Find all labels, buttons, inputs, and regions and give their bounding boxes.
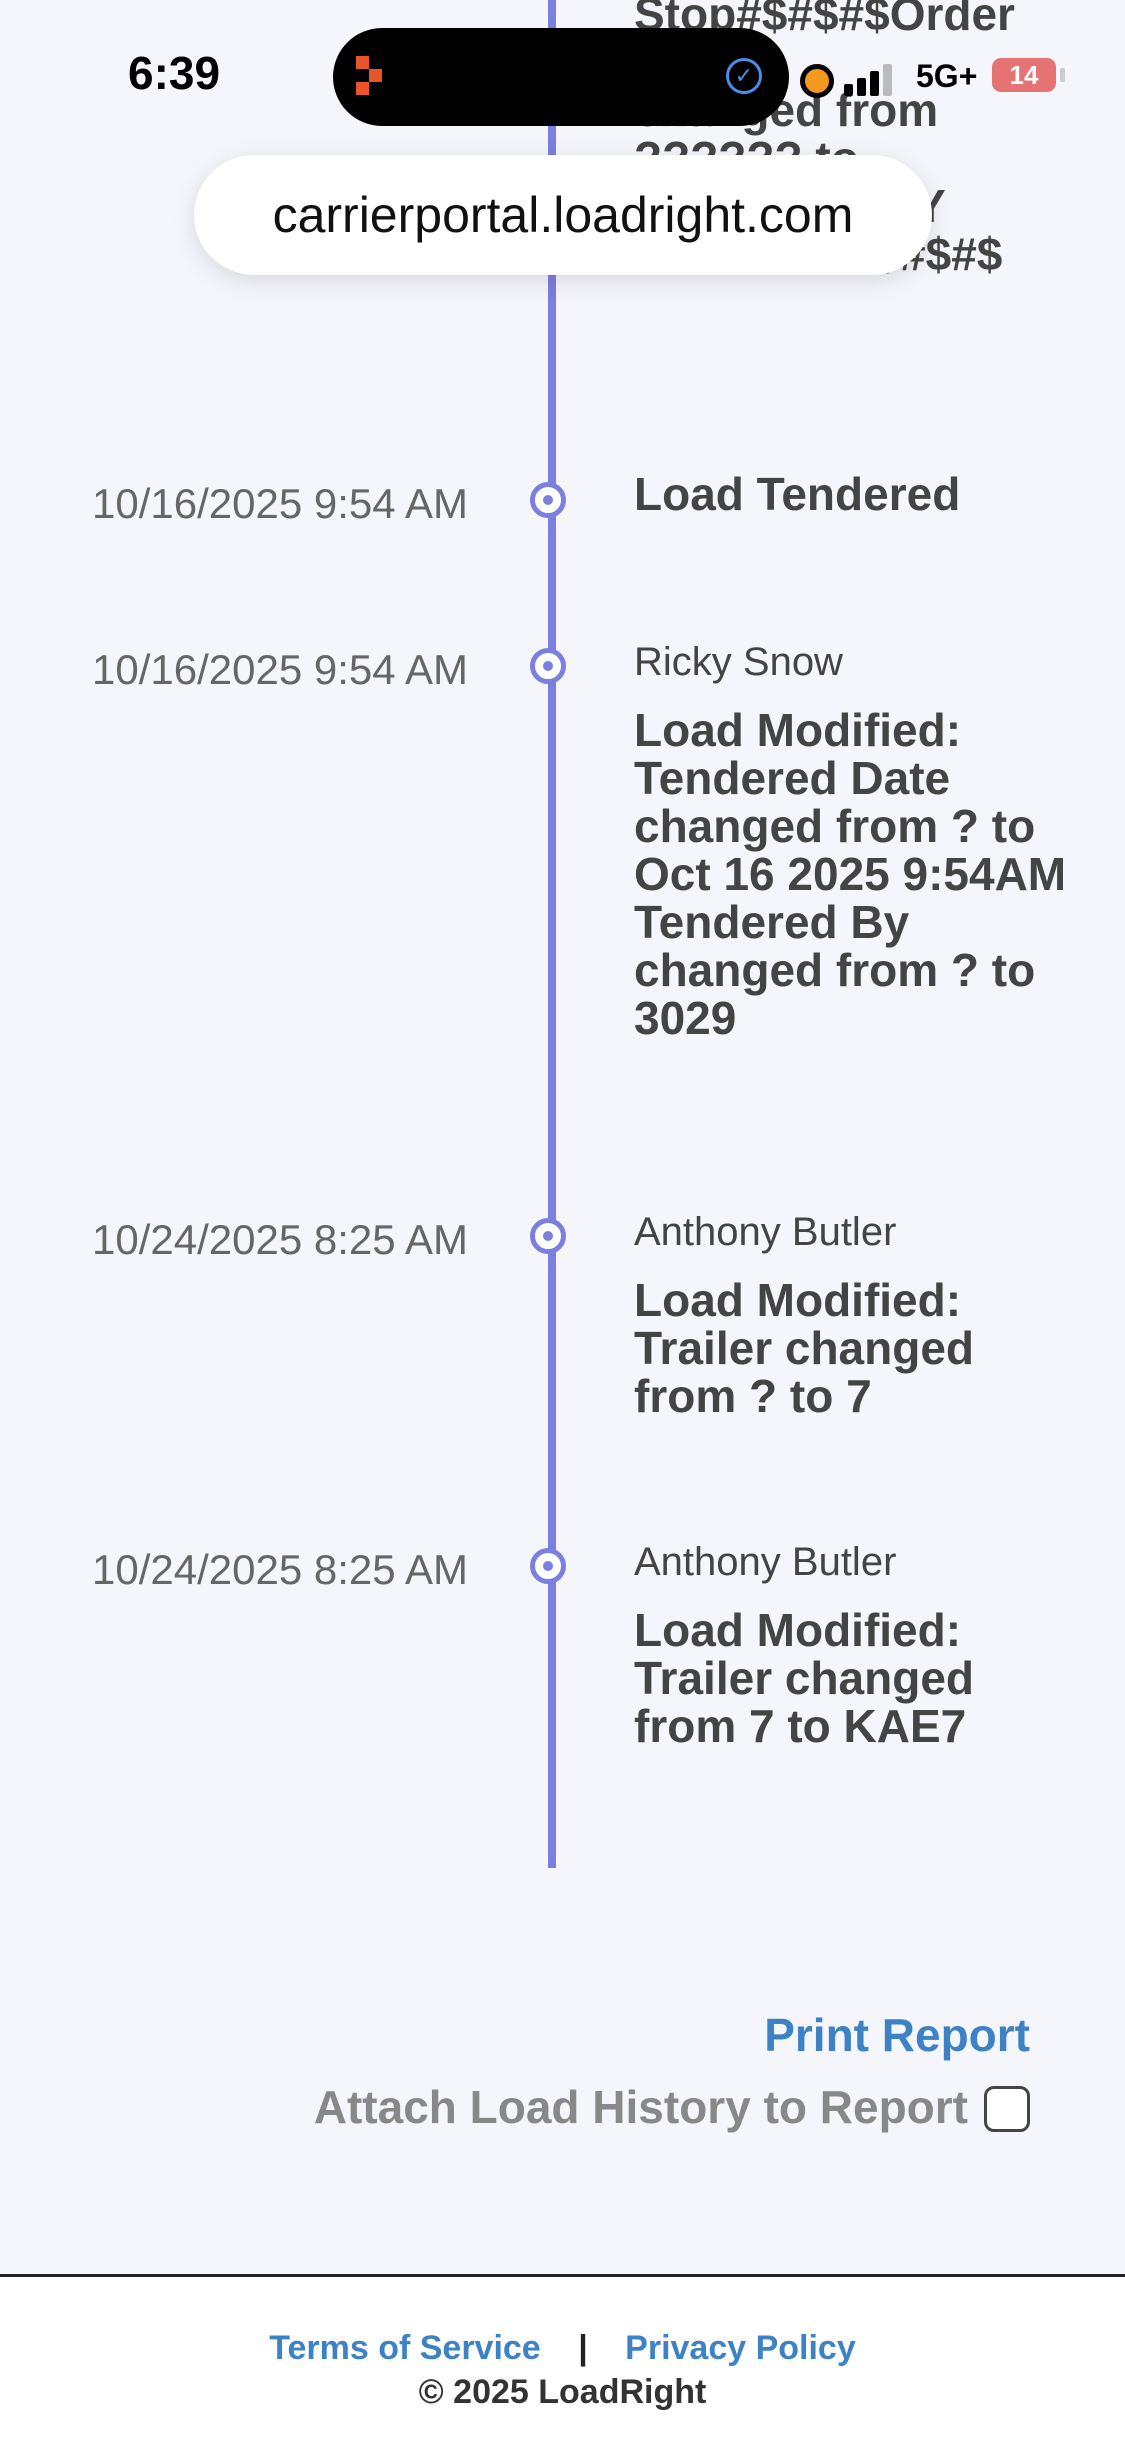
attach-history-label[interactable]: Attach Load History to Report — [314, 2080, 968, 2134]
checkmark-icon: ✓ — [726, 58, 762, 94]
privacy-policy-link[interactable]: Privacy Policy — [625, 2329, 856, 2367]
battery-tip — [1060, 68, 1065, 82]
entry-user: Anthony Butler — [634, 1210, 897, 1254]
print-report-button[interactable]: Print Report — [764, 2008, 1030, 2062]
app-activity-icon — [356, 56, 396, 96]
entry-message: Load Modified: Trailer changed from 7 to… — [634, 1604, 975, 1752]
entry-time: 10/16/2025 9:54 AM — [92, 480, 468, 527]
timeline-dot — [530, 648, 566, 684]
signal-icon — [844, 62, 894, 96]
copyright: © 2025 LoadRight — [418, 2373, 707, 2411]
entry-time: 10/24/2025 8:25 AM — [92, 1546, 468, 1593]
footer-separator: | — [578, 2329, 588, 2367]
network-type: 5G+ — [916, 58, 978, 94]
entry-message: Load Modified: Tendered Date changed fro… — [634, 704, 1067, 1044]
terms-of-service-link[interactable]: Terms of Service — [269, 2329, 541, 2367]
timeline-dot — [530, 482, 566, 518]
footer: Terms of Service | Privacy Policy © 2025… — [0, 2274, 1125, 2439]
url-bar[interactable]: carrierportal.loadright.com — [194, 155, 932, 275]
timeline-dot — [530, 1548, 566, 1584]
entry-user: Ricky Snow — [634, 640, 843, 684]
attach-history-checkbox[interactable] — [984, 2086, 1030, 2132]
entry-message: Load Modified: Trailer changed from ? to… — [634, 1274, 975, 1422]
battery-icon: 14 — [992, 58, 1056, 92]
timeline-dot — [530, 1218, 566, 1254]
privacy-indicator-icon — [800, 64, 834, 98]
footer-links: Terms of Service | Privacy Policy — [0, 2329, 1125, 2368]
entry-time: 10/16/2025 9:54 AM — [92, 646, 468, 693]
entry-time: 10/24/2025 8:25 AM — [92, 1216, 468, 1263]
entry-user: Anthony Butler — [634, 1540, 897, 1584]
dynamic-island — [333, 28, 789, 126]
status-time: 6:39 — [128, 47, 221, 99]
timeline-line — [548, 0, 556, 1868]
entry-message: Load Tendered — [634, 468, 961, 520]
